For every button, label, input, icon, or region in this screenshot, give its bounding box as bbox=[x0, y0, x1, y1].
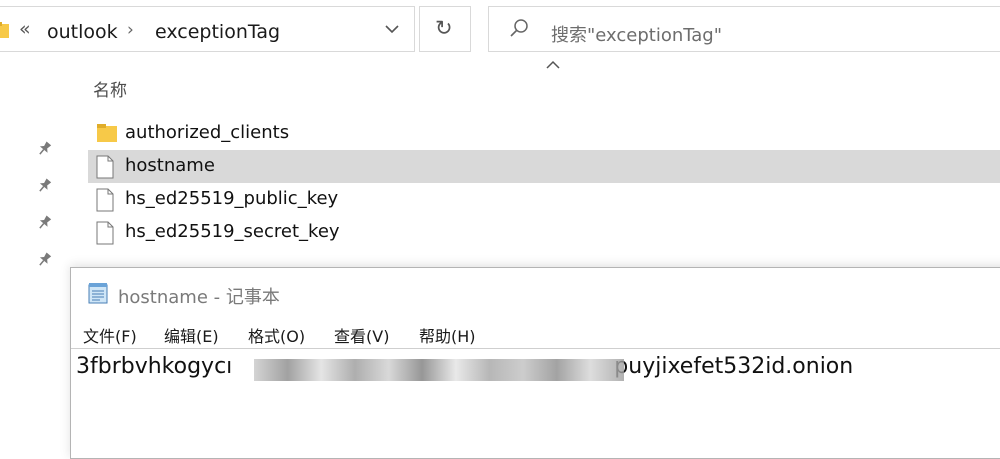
pin-icon[interactable] bbox=[36, 139, 54, 157]
file-icon bbox=[96, 155, 114, 179]
chevron-right-icon[interactable]: › bbox=[127, 20, 134, 40]
pin-icon[interactable] bbox=[36, 250, 54, 268]
chevron-down-icon[interactable] bbox=[385, 25, 399, 34]
file-name: hs_ed25519_public_key bbox=[125, 188, 339, 209]
refresh-icon: ↻ bbox=[435, 16, 453, 40]
menu-format[interactable]: 格式(O) bbox=[248, 323, 305, 347]
file-row-public-key[interactable]: hs_ed25519_public_key bbox=[88, 183, 1000, 216]
notepad-window[interactable]: hostname - 记事本 文件(F) 编辑(E) 格式(O) 查看(V) 帮… bbox=[70, 267, 1000, 459]
menu-edit[interactable]: 编辑(E) bbox=[164, 323, 219, 347]
notepad-icon bbox=[88, 283, 108, 304]
folder-icon bbox=[97, 124, 117, 142]
content-end: puyjixefet532id.onion bbox=[614, 354, 854, 379]
content-start: 3fbrbvhkogycı bbox=[76, 354, 233, 379]
menu-view[interactable]: 查看(V) bbox=[334, 323, 389, 347]
file-icon bbox=[96, 188, 114, 212]
notepad-title-bar[interactable]: hostname - 记事本 bbox=[71, 268, 1000, 318]
file-name: authorized_clients bbox=[125, 122, 290, 143]
file-name: hostname bbox=[125, 155, 215, 176]
breadcrumb-overflow[interactable]: « bbox=[19, 18, 31, 40]
breadcrumb-outlook[interactable]: outlook bbox=[47, 21, 118, 43]
pin-icon[interactable] bbox=[36, 176, 54, 194]
refresh-button[interactable]: ↻ bbox=[419, 6, 471, 52]
file-icon bbox=[96, 221, 114, 245]
file-row-secret-key[interactable]: hs_ed25519_secret_key bbox=[88, 216, 1000, 249]
pin-icon[interactable] bbox=[36, 213, 54, 231]
folder-icon bbox=[0, 22, 9, 38]
search-box[interactable]: 搜索"exceptionTag" bbox=[488, 6, 1000, 52]
notepad-title: hostname - 记事本 bbox=[118, 287, 280, 308]
column-header-name[interactable]: 名称 bbox=[93, 76, 127, 101]
search-icon bbox=[510, 19, 528, 37]
file-row-hostname[interactable]: hostname bbox=[88, 150, 1000, 183]
menu-bar: 文件(F) 编辑(E) 格式(O) 查看(V) 帮助(H) bbox=[71, 318, 1000, 348]
redaction-blur bbox=[254, 359, 624, 381]
file-name: hs_ed25519_secret_key bbox=[125, 221, 340, 242]
address-bar[interactable]: « outlook › exceptionTag bbox=[0, 6, 415, 52]
text-editor[interactable]: 3fbrbvhkogycı puyjixefet532id.onion bbox=[71, 348, 1000, 459]
file-row-authorized-clients[interactable]: authorized_clients bbox=[88, 117, 1000, 150]
menu-help[interactable]: 帮助(H) bbox=[419, 323, 476, 347]
menu-file[interactable]: 文件(F) bbox=[83, 323, 137, 347]
search-input[interactable]: 搜索"exceptionTag" bbox=[551, 21, 722, 47]
sort-ascending-icon bbox=[546, 60, 560, 69]
breadcrumb-exceptiontag[interactable]: exceptionTag bbox=[155, 21, 280, 43]
